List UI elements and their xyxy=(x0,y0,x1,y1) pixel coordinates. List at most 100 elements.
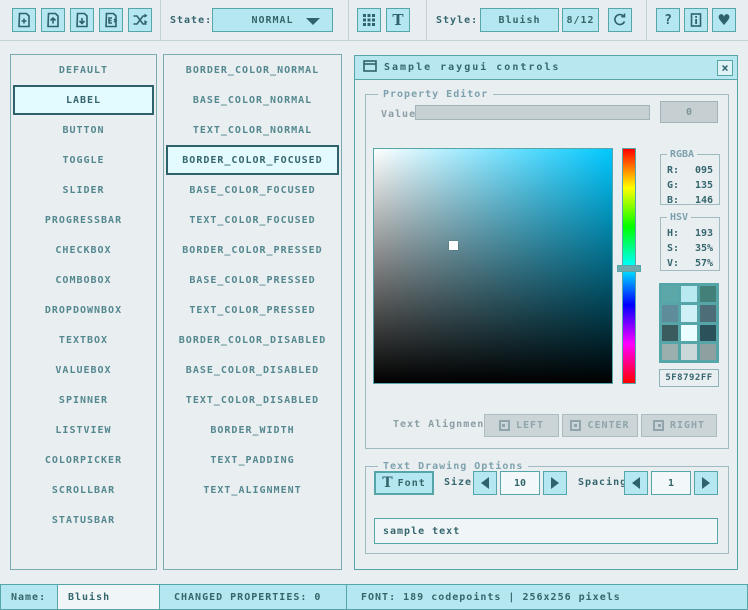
property-item-text_color_normal[interactable]: TEXT_COLOR_NORMAL xyxy=(164,115,341,145)
palette-color-8[interactable] xyxy=(700,325,716,341)
style-count-button[interactable]: 8/12 xyxy=(562,8,599,32)
align-left-button[interactable]: LEFT xyxy=(484,414,559,437)
save-style-button[interactable] xyxy=(70,8,94,32)
control-item-progressbar[interactable]: PROGRESSBAR xyxy=(11,205,156,235)
help-button[interactable]: ? xyxy=(656,8,680,32)
status-name-label: Name: xyxy=(0,584,58,610)
control-item-spinner[interactable]: SPINNER xyxy=(11,385,156,415)
random-style-button[interactable] xyxy=(128,8,152,32)
palette-color-4[interactable] xyxy=(681,305,697,321)
control-item-scrollbar[interactable]: SCROLLBAR xyxy=(11,475,156,505)
font-button-label: Font xyxy=(398,478,426,489)
sponsor-button[interactable]: ♥ xyxy=(712,8,736,32)
palette-color-5[interactable] xyxy=(700,305,716,321)
control-item-toggle[interactable]: TOGGLE xyxy=(11,145,156,175)
palette-color-7[interactable] xyxy=(681,325,697,341)
window-close-button[interactable]: × xyxy=(717,60,733,76)
control-item-dropdownbox[interactable]: DROPDOWNBOX xyxy=(11,295,156,325)
window-titlebar[interactable]: Sample raygui controls × xyxy=(355,56,737,80)
control-item-statusbar[interactable]: STATUSBAR xyxy=(11,505,156,535)
align-right-button[interactable]: RIGHT xyxy=(641,414,717,437)
arrow-right-icon xyxy=(702,477,710,489)
size-increase-button[interactable] xyxy=(543,471,567,495)
property-item-base_color_focused[interactable]: BASE_COLOR_FOCUSED xyxy=(164,175,341,205)
control-item-colorpicker[interactable]: COLORPICKER xyxy=(11,445,156,475)
size-decrease-button[interactable] xyxy=(473,471,497,495)
property-item-base_color_pressed[interactable]: BASE_COLOR_PRESSED xyxy=(164,265,341,295)
hue-handle[interactable] xyxy=(617,265,641,272)
export-style-button[interactable] xyxy=(99,8,123,32)
info-icon xyxy=(688,12,704,28)
style-table-button[interactable] xyxy=(357,8,381,32)
palette-color-3[interactable] xyxy=(662,305,678,321)
control-item-slider[interactable]: SLIDER xyxy=(11,175,156,205)
close-icon: × xyxy=(721,62,728,74)
spacing-value-box[interactable]: 1 xyxy=(651,471,691,495)
spacing-increase-button[interactable] xyxy=(694,471,718,495)
style-count-value: 8/12 xyxy=(566,15,594,26)
property-item-text_alignment[interactable]: TEXT_ALIGNMENT xyxy=(164,475,341,505)
status-name-value[interactable]: Bluish xyxy=(57,584,160,610)
load-style-button[interactable] xyxy=(41,8,65,32)
value-box[interactable]: 0 xyxy=(660,101,718,123)
font-atlas-button[interactable]: T xyxy=(386,8,410,32)
property-editor-title: Property Editor xyxy=(378,89,493,100)
state-dropdown[interactable]: NORMAL xyxy=(212,8,333,32)
size-value-box[interactable]: 10 xyxy=(500,471,540,495)
property-item-border_width[interactable]: BORDER_WIDTH xyxy=(164,415,341,445)
palette-color-10[interactable] xyxy=(681,344,697,360)
property-item-text_padding[interactable]: TEXT_PADDING xyxy=(164,445,341,475)
reload-style-button[interactable] xyxy=(608,8,632,32)
window-title: Sample raygui controls xyxy=(384,62,560,73)
status-font-info: FONT: 189 codepoints | 256x256 pixels xyxy=(346,584,748,610)
status-bar: Name: Bluish CHANGED PROPERTIES: 0 FONT:… xyxy=(0,584,748,610)
property-item-border_color_normal[interactable]: BORDER_COLOR_NORMAL xyxy=(164,55,341,85)
new-style-button[interactable] xyxy=(12,8,36,32)
align-right-icon xyxy=(653,420,664,431)
palette-color-11[interactable] xyxy=(700,344,716,360)
font-button[interactable]: T Font xyxy=(374,471,434,495)
control-item-button[interactable]: BUTTON xyxy=(11,115,156,145)
rgba-red-row: R:095 xyxy=(661,163,719,178)
help-icon: ? xyxy=(664,13,672,28)
control-item-default[interactable]: DEFAULT xyxy=(11,55,156,85)
font-icon: T xyxy=(382,476,393,490)
arrow-right-icon xyxy=(551,477,559,489)
palette-color-6[interactable] xyxy=(662,325,678,341)
palette-color-0[interactable] xyxy=(662,286,678,302)
property-item-text_color_pressed[interactable]: TEXT_COLOR_PRESSED xyxy=(164,295,341,325)
property-item-border_color_disabled[interactable]: BORDER_COLOR_DISABLED xyxy=(164,325,341,355)
spacing-decrease-button[interactable] xyxy=(624,471,648,495)
property-item-text_color_disabled[interactable]: TEXT_COLOR_DISABLED xyxy=(164,385,341,415)
control-item-valuebox[interactable]: VALUEBOX xyxy=(11,355,156,385)
property-item-base_color_disabled[interactable]: BASE_COLOR_DISABLED xyxy=(164,355,341,385)
control-item-checkbox[interactable]: CHECKBOX xyxy=(11,235,156,265)
sample-controls-window: Sample raygui controls × Property Editor… xyxy=(354,55,738,570)
controls-list: DEFAULTLABELBUTTONTOGGLESLIDERPROGRESSBA… xyxy=(10,54,157,570)
size-value: 10 xyxy=(514,478,526,489)
state-dropdown-value: NORMAL xyxy=(251,15,293,26)
hex-value-box[interactable]: 5F8792FF xyxy=(659,369,719,387)
color-picker-panel[interactable] xyxy=(373,148,613,384)
about-button[interactable] xyxy=(684,8,708,32)
value-slider[interactable] xyxy=(415,105,650,120)
align-center-label: CENTER xyxy=(587,420,629,431)
sample-text-input[interactable]: sample text xyxy=(374,518,718,544)
property-item-border_color_focused[interactable]: BORDER_COLOR_FOCUSED xyxy=(166,145,339,175)
property-item-base_color_normal[interactable]: BASE_COLOR_NORMAL xyxy=(164,85,341,115)
property-item-text_color_focused[interactable]: TEXT_COLOR_FOCUSED xyxy=(164,205,341,235)
align-center-button[interactable]: CENTER xyxy=(562,414,638,437)
property-item-border_color_pressed[interactable]: BORDER_COLOR_PRESSED xyxy=(164,235,341,265)
palette-color-2[interactable] xyxy=(700,286,716,302)
control-item-listview[interactable]: LISTVIEW xyxy=(11,415,156,445)
palette-color-9[interactable] xyxy=(662,344,678,360)
control-item-textbox[interactable]: TEXTBOX xyxy=(11,325,156,355)
style-name-button[interactable]: Bluish xyxy=(480,8,559,32)
load-file-icon xyxy=(45,12,61,28)
main-toolbar: State: NORMAL T Style: Bluish 8/12 ? ♥ xyxy=(0,0,748,41)
color-picker-cursor[interactable] xyxy=(449,241,458,250)
palette-color-1[interactable] xyxy=(681,286,697,302)
control-item-combobox[interactable]: COMBOBOX xyxy=(11,265,156,295)
control-item-label[interactable]: LABEL xyxy=(13,85,154,115)
arrow-left-icon xyxy=(632,477,640,489)
